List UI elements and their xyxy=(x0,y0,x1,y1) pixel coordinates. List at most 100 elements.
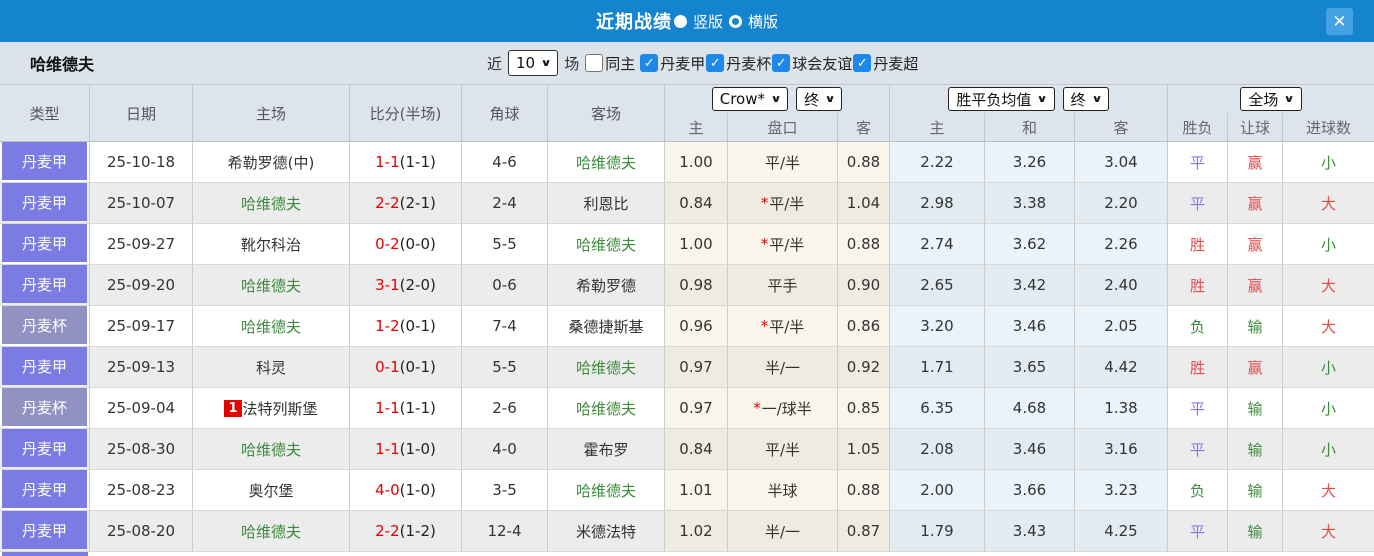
checkbox-checked-icon[interactable]: ✓ xyxy=(853,54,872,72)
handicap-result: 赢 xyxy=(1228,347,1283,387)
league-type-cell: 丹麦甲 xyxy=(0,142,90,182)
corner-score: 7-4 xyxy=(462,306,548,346)
checkbox-checked-icon[interactable]: ✓ xyxy=(706,54,725,72)
match-date: 25-09-13 xyxy=(90,347,193,387)
home-team: 希勒罗德(中) xyxy=(193,142,350,182)
goals-result: 小 xyxy=(1320,440,1336,459)
league-filter-label: 丹麦甲 xyxy=(660,54,706,73)
goals-result: 大 xyxy=(1320,276,1336,295)
radio-vertical-selected-icon[interactable] xyxy=(673,14,687,28)
goals-result: 小 xyxy=(1320,399,1336,418)
chevron-down-icon: ∨ xyxy=(1036,93,1049,105)
league-type-cell: 丹麦甲 xyxy=(0,347,90,387)
let-home-odds: 1.01 xyxy=(665,470,728,510)
outcome-result: 胜 xyxy=(1168,265,1228,305)
league-type-badge: 丹麦甲 xyxy=(2,183,87,221)
checkbox-checked-icon[interactable]: ✓ xyxy=(772,54,791,72)
avg-draw-odds: 3.43 xyxy=(985,511,1075,551)
table-row: 丹麦甲 25-08-23 奥尔堡 4-0 (1-0) 3-5 哈维德夫 1.01 半球 0.88 2… xyxy=(0,470,1374,511)
league-type-badge: 丹麦甲 xyxy=(2,470,87,508)
radio-horizontal-label[interactable]: 横版 xyxy=(748,11,778,32)
home-team: 哈维德夫 xyxy=(193,511,350,551)
rank-badge: 1 xyxy=(224,399,242,417)
league-filter-label: 球会友谊 xyxy=(792,54,853,73)
header-score: 比分(半场) xyxy=(350,85,462,141)
close-icon[interactable]: ✕ xyxy=(1326,8,1353,35)
header-home: 主场 xyxy=(193,85,350,141)
let-home-odds: 0.84 xyxy=(665,429,728,469)
result-scope-group: 全场 ∨ xyxy=(1168,85,1374,113)
league-type-cell: 丹麦杯 xyxy=(0,388,90,428)
corner-score: 2-4 xyxy=(462,183,548,223)
star-icon: * xyxy=(760,194,769,212)
sub-header-let-result: 让球 xyxy=(1228,113,1283,141)
league-type-cell: 丹麦甲 xyxy=(0,470,90,510)
handicap-line: 半球 xyxy=(728,470,838,510)
away-team: 利恩比 xyxy=(548,183,665,223)
avg-away-odds: 4.25 xyxy=(1075,511,1168,551)
score-cell: 1-1 (1-1) xyxy=(350,388,462,428)
sub-header-avg-home: 主 xyxy=(890,113,985,141)
sub-header-avg-draw: 和 xyxy=(985,113,1075,141)
radio-horizontal-icon[interactable] xyxy=(729,14,742,28)
goals-result: 大 xyxy=(1320,317,1336,336)
league-type-badge: 丹麦杯 xyxy=(2,388,87,426)
handicap-line: * 平/半 xyxy=(728,306,838,346)
table-body: 丹麦甲 25-10-18 希勒罗德(中) 1-1 (1-1) 4-6 哈维德夫 1.00 平/半… xyxy=(0,142,1374,552)
odds-company-select[interactable]: Crow* ∨ xyxy=(711,87,789,111)
league-filter-4: ✓ 丹麦超 xyxy=(853,53,918,74)
home-team: 奥尔堡 xyxy=(193,470,350,510)
league-type-badge: 丹麦甲 xyxy=(2,265,87,303)
header-corner: 角球 xyxy=(462,85,548,141)
avg-home-odds: 1.79 xyxy=(890,511,985,551)
match-date: 25-08-30 xyxy=(90,429,193,469)
let-home-odds: 1.02 xyxy=(665,511,728,551)
scope-select[interactable]: 全场 ∨ xyxy=(1240,87,1302,111)
handicap-result: 赢 xyxy=(1228,142,1283,182)
score-cell: 0-1 (0-1) xyxy=(350,347,462,387)
goals-result: 小 xyxy=(1320,153,1336,172)
avg-away-odds: 2.40 xyxy=(1075,265,1168,305)
table-row: 丹麦杯 25-09-17 哈维德夫 1-2 (0-1) 7-4 桑德捷斯基 0.96 * 平/半 0… xyxy=(0,306,1374,347)
sub-header-outcome: 胜负 xyxy=(1168,113,1228,141)
league-type-badge: 丹麦甲 xyxy=(2,142,87,180)
sub-header-let-home: 主 xyxy=(665,113,728,141)
handicap-line: * 一/球半 xyxy=(728,388,838,428)
league-type-cell: 丹麦甲 xyxy=(0,183,90,223)
score-cell: 2-2 (2-1) xyxy=(350,183,462,223)
score-cell: 2-2 (1-2) xyxy=(350,511,462,551)
avg-home-odds: 2.74 xyxy=(890,224,985,264)
league-type-badge: 丹麦甲 xyxy=(2,511,87,549)
odds-time-select-2[interactable]: 终 ∨ xyxy=(1062,87,1109,111)
let-away-odds: 0.90 xyxy=(838,265,890,305)
avg-home-odds: 2.00 xyxy=(890,470,985,510)
checkbox-unchecked-icon[interactable] xyxy=(585,54,604,72)
avg-away-odds: 2.05 xyxy=(1075,306,1168,346)
let-home-odds: 0.97 xyxy=(665,347,728,387)
table-row: 丹麦甲 25-09-27 靴尔科治 0-2 (0-0) 5-5 哈维德夫 1.00 * 平/半 0.… xyxy=(0,224,1374,265)
outcome-result: 负 xyxy=(1168,470,1228,510)
away-team: 哈维德夫 xyxy=(548,142,665,182)
corner-score: 2-6 xyxy=(462,388,548,428)
radio-vertical-label[interactable]: 竖版 xyxy=(693,11,723,32)
let-home-odds: 0.84 xyxy=(665,183,728,223)
outcome-result: 胜 xyxy=(1168,224,1228,264)
away-team: 桑德捷斯基 xyxy=(548,306,665,346)
score-cell: 1-1 (1-1) xyxy=(350,142,462,182)
checkbox-checked-icon[interactable]: ✓ xyxy=(640,54,659,72)
home-team: 哈维德夫 xyxy=(193,183,350,223)
handicap-line: 平手 xyxy=(728,265,838,305)
handicap-line: * 平/半 xyxy=(728,183,838,223)
corner-score: 12-4 xyxy=(462,511,548,551)
avg-home-odds: 2.08 xyxy=(890,429,985,469)
table-row: 丹麦杯 25-09-04 1 法特列斯堡 1-1 (1-1) 2-6 哈维德夫 0.97 * 一/球… xyxy=(0,388,1374,429)
goals-result: 大 xyxy=(1320,194,1336,213)
table-row: 丹麦甲 25-10-07 哈维德夫 2-2 (2-1) 2-4 利恩比 0.84 * 平/半 1.0… xyxy=(0,183,1374,224)
handicap-line: 半/一 xyxy=(728,511,838,551)
score-cell: 0-2 (0-0) xyxy=(350,224,462,264)
recent-count-select[interactable]: 10 ∨ xyxy=(508,50,559,76)
avg-odds-select[interactable]: 胜平负均值 ∨ xyxy=(948,87,1055,111)
avg-away-odds: 4.42 xyxy=(1075,347,1168,387)
odds-time-select-1[interactable]: 终 ∨ xyxy=(796,87,843,111)
let-home-odds: 0.97 xyxy=(665,388,728,428)
